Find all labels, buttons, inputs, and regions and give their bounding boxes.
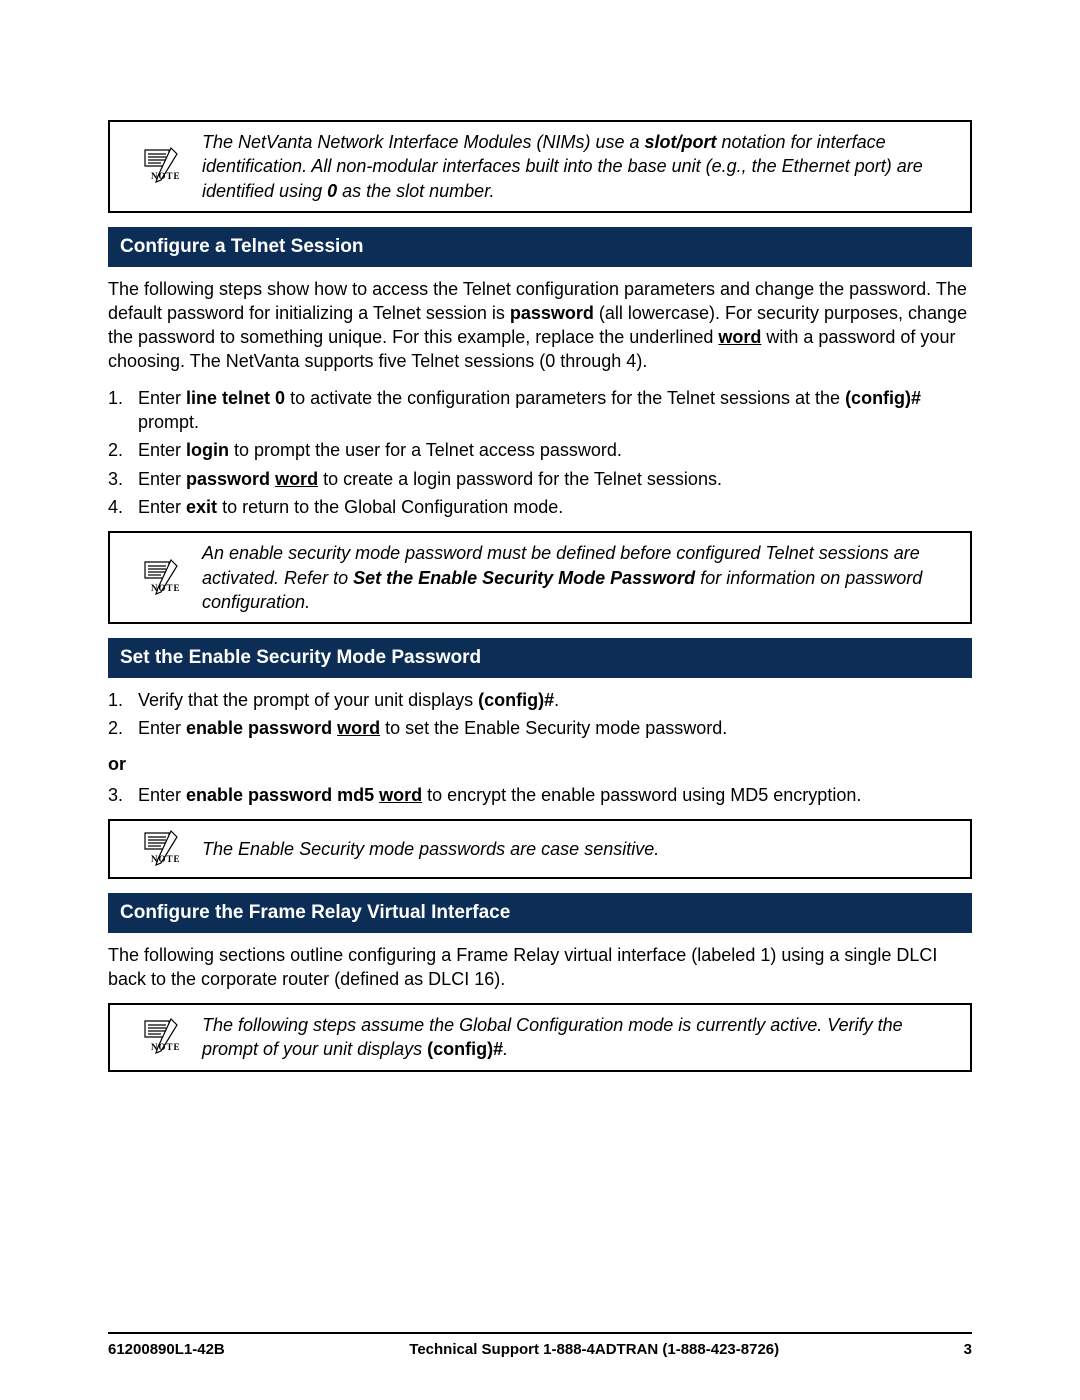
note-icon: NOTE xyxy=(120,146,202,186)
svg-text:NOTE: NOTE xyxy=(151,854,181,864)
note-box-slotport: NOTE The NetVanta Network Interface Modu… xyxy=(108,120,972,213)
note-text: The following steps assume the Global Co… xyxy=(202,1013,956,1062)
page-footer: 61200890L1-42B Technical Support 1-888-4… xyxy=(108,1332,972,1360)
section-heading-enable-password: Set the Enable Security Mode Password xyxy=(108,638,972,678)
note-icon: NOTE xyxy=(120,1017,202,1057)
note-box-case-sensitive: NOTE The Enable Security mode passwords … xyxy=(108,819,972,879)
footer-docnum: 61200890L1-42B xyxy=(108,1340,225,1360)
note-text: The Enable Security mode passwords are c… xyxy=(202,837,956,861)
or-separator: or xyxy=(108,752,972,776)
telnet-intro: The following steps show how to access t… xyxy=(108,277,972,374)
note-icon: NOTE xyxy=(120,558,202,598)
svg-text:NOTE: NOTE xyxy=(151,171,181,181)
note-icon: NOTE xyxy=(120,829,202,869)
enable-steps-b: 3.Enter enable password md5 word to encr… xyxy=(108,783,972,807)
note-text: An enable security mode password must be… xyxy=(202,541,956,614)
section-heading-frame-relay: Configure the Frame Relay Virtual Interf… xyxy=(108,893,972,933)
document-page: NOTE The NetVanta Network Interface Modu… xyxy=(0,0,1080,1400)
svg-text:NOTE: NOTE xyxy=(151,1042,181,1052)
footer-support: Technical Support 1-888-4ADTRAN (1-888-4… xyxy=(409,1340,779,1360)
note-box-enable-required: NOTE An enable security mode password mu… xyxy=(108,531,972,624)
note-box-global-config: NOTE The following steps assume the Glob… xyxy=(108,1003,972,1072)
enable-steps-a: 1.Verify that the prompt of your unit di… xyxy=(108,688,972,741)
footer-pagenum: 3 xyxy=(964,1340,972,1360)
telnet-steps: 1.Enter line telnet 0 to activate the co… xyxy=(108,386,972,519)
svg-text:NOTE: NOTE xyxy=(151,583,181,593)
frame-relay-intro: The following sections outline configuri… xyxy=(108,943,972,992)
note-text: The NetVanta Network Interface Modules (… xyxy=(202,130,956,203)
section-heading-telnet: Configure a Telnet Session xyxy=(108,227,972,267)
